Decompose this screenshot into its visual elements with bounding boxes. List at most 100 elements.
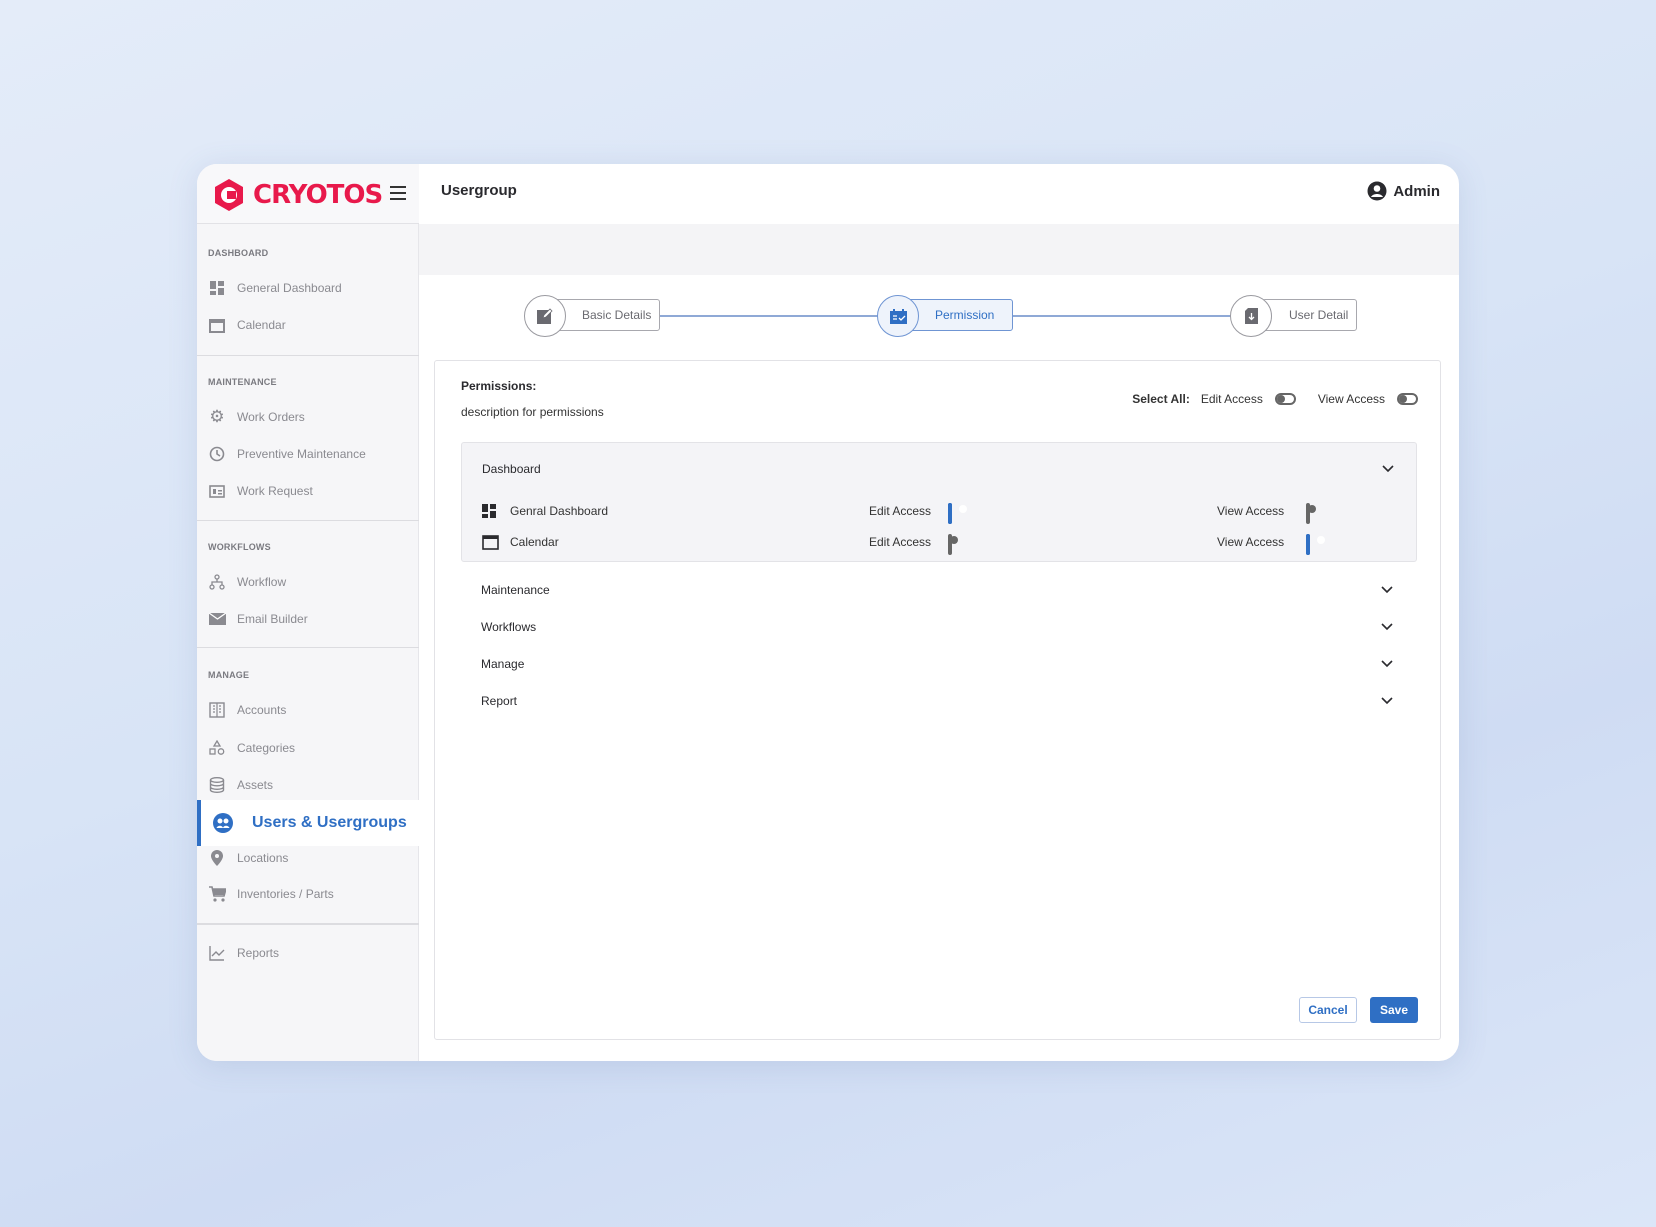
- line-chart-icon: [208, 944, 226, 962]
- building-icon: [208, 701, 226, 719]
- accordion-header-dashboard[interactable]: Dashboard: [482, 462, 1394, 476]
- cryotos-logo-icon: [215, 179, 243, 211]
- sidebar-item-label: General Dashboard: [237, 281, 342, 295]
- sidebar-item-label: Assets: [237, 778, 274, 792]
- accordion-header-maintenance[interactable]: Maintenance: [481, 583, 1393, 597]
- users-group-icon: [211, 811, 235, 835]
- calendar-icon: [208, 316, 226, 334]
- sidebar-item-email-builder[interactable]: Email Builder: [197, 604, 419, 634]
- brand-logo[interactable]: CRYOTOS: [211, 177, 383, 213]
- section-label-maintenance: MAINTENANCE: [208, 377, 277, 387]
- select-all-bar: Select All: Edit Access View Access: [1132, 392, 1418, 406]
- sidebar-item-label: Inventories / Parts: [237, 887, 334, 901]
- chevron-down-icon: [1381, 586, 1393, 594]
- sidebar-item-preventive-maintenance[interactable]: Preventive Maintenance: [197, 439, 419, 469]
- sidebar: CRYOTOS DASHBOARD General Dashboard Cale…: [197, 164, 419, 1061]
- step-user-detail-circle[interactable]: [1230, 295, 1272, 337]
- permission-row-calendar: Calendar Edit Access View Access: [482, 533, 1382, 555]
- select-all-label: Select All:: [1132, 392, 1190, 406]
- clock-icon: [208, 445, 226, 463]
- sidebar-item-label: Preventive Maintenance: [237, 447, 366, 461]
- sidebar-item-label: Accounts: [237, 703, 287, 717]
- select-all-edit-toggle[interactable]: [1274, 393, 1296, 405]
- sidebar-item-users-usergroups[interactable]: Users & Usergroups: [197, 800, 419, 846]
- database-icon: [208, 776, 226, 794]
- chevron-down-icon: [1381, 697, 1393, 705]
- step-basic-details-circle[interactable]: [524, 295, 566, 337]
- sidebar-item-assets[interactable]: Assets: [197, 770, 419, 800]
- hamburger-menu-button[interactable]: [390, 186, 406, 200]
- edit-access-toggle[interactable]: [948, 534, 952, 555]
- select-all-edit-label: Edit Access: [1200, 392, 1263, 406]
- step-basic-details[interactable]: Basic Details: [555, 299, 660, 331]
- chevron-down-icon: [1382, 465, 1394, 473]
- envelope-icon: [208, 610, 226, 628]
- accordion-title: Maintenance: [481, 583, 550, 597]
- sidebar-item-label: Email Builder: [237, 612, 308, 626]
- download-file-icon: [1244, 308, 1258, 324]
- divider: [197, 520, 419, 521]
- permissions-description: description for permissions: [461, 405, 604, 419]
- step-connector: [660, 315, 900, 317]
- step-permission-circle[interactable]: [877, 295, 919, 337]
- shapes-icon: [208, 739, 226, 757]
- edit-icon: [537, 308, 553, 324]
- user-name: Admin: [1393, 182, 1440, 200]
- divider: [197, 647, 419, 648]
- dashboard-grid-icon: [208, 279, 226, 297]
- section-label-manage: MANAGE: [208, 670, 250, 680]
- view-access-toggle[interactable]: [1306, 534, 1310, 555]
- sidebar-item-label: Workflow: [237, 575, 287, 589]
- step-label: Permission: [935, 308, 995, 322]
- view-access-label: View Access: [1217, 535, 1285, 549]
- accordion-header-report[interactable]: Report: [481, 694, 1393, 708]
- page-title: Usergroup: [441, 182, 517, 199]
- sidebar-item-work-orders[interactable]: ⚙ Work Orders: [197, 402, 419, 432]
- accordion-header-manage[interactable]: Manage: [481, 657, 1393, 671]
- step-connector: [1013, 315, 1253, 317]
- sidebar-item-locations[interactable]: Locations: [197, 843, 419, 873]
- permission-row-genral-dashboard: Genral Dashboard Edit Access View Access: [482, 502, 1382, 524]
- permissions-title: Permissions:: [461, 379, 537, 393]
- sidebar-item-work-request[interactable]: Work Request: [197, 476, 419, 506]
- logo-area: CRYOTOS: [197, 164, 419, 224]
- step-permission[interactable]: Permission: [908, 299, 1013, 331]
- user-menu[interactable]: Admin: [1367, 181, 1440, 201]
- edit-access-label: Edit Access: [869, 535, 932, 549]
- gear-icon: ⚙: [209, 407, 225, 426]
- save-button[interactable]: Save: [1370, 997, 1418, 1023]
- calendar-check-icon: [889, 308, 907, 324]
- sidebar-item-inventories-parts[interactable]: Inventories / Parts: [197, 879, 419, 909]
- dashboard-grid-icon: [482, 504, 496, 518]
- permission-row-label: Calendar: [510, 535, 559, 549]
- chevron-down-icon: [1381, 623, 1393, 631]
- sidebar-item-accounts[interactable]: Accounts: [197, 695, 419, 725]
- sidebar-item-general-dashboard[interactable]: General Dashboard: [197, 273, 419, 303]
- sidebar-item-label: Reports: [237, 946, 280, 960]
- section-label-dashboard: DASHBOARD: [208, 248, 269, 258]
- chevron-down-icon: [1381, 660, 1393, 668]
- sidebar-item-label: Work Orders: [237, 410, 305, 424]
- permission-row-label: Genral Dashboard: [510, 504, 609, 518]
- accordion-title: Workflows: [481, 620, 537, 634]
- accordion-title: Manage: [481, 657, 525, 671]
- calendar-icon: [482, 535, 499, 550]
- sidebar-item-categories[interactable]: Categories: [197, 733, 419, 763]
- accordion-dashboard: Dashboard Genral Dashboard Edit Access V…: [461, 442, 1417, 562]
- step-label: User Detail: [1289, 308, 1349, 322]
- sidebar-item-workflow[interactable]: Workflow: [197, 567, 419, 597]
- id-card-icon: [208, 482, 226, 500]
- edit-access-toggle[interactable]: [948, 503, 952, 524]
- sidebar-item-calendar[interactable]: Calendar: [197, 310, 419, 340]
- view-access-toggle[interactable]: [1306, 503, 1310, 524]
- accordion-header-workflows[interactable]: Workflows: [481, 620, 1393, 634]
- select-all-view-toggle[interactable]: [1397, 393, 1418, 405]
- sidebar-item-reports[interactable]: Reports: [197, 938, 419, 968]
- divider: [197, 355, 419, 356]
- app-window: CRYOTOS DASHBOARD General Dashboard Cale…: [197, 164, 1459, 1061]
- step-user-detail[interactable]: User Detail: [1262, 299, 1357, 331]
- cancel-button[interactable]: Cancel: [1299, 997, 1357, 1023]
- accordion-title: Dashboard: [482, 462, 541, 476]
- sidebar-item-label: Categories: [237, 741, 296, 755]
- section-label-workflows: WORKFLOWS: [208, 542, 271, 552]
